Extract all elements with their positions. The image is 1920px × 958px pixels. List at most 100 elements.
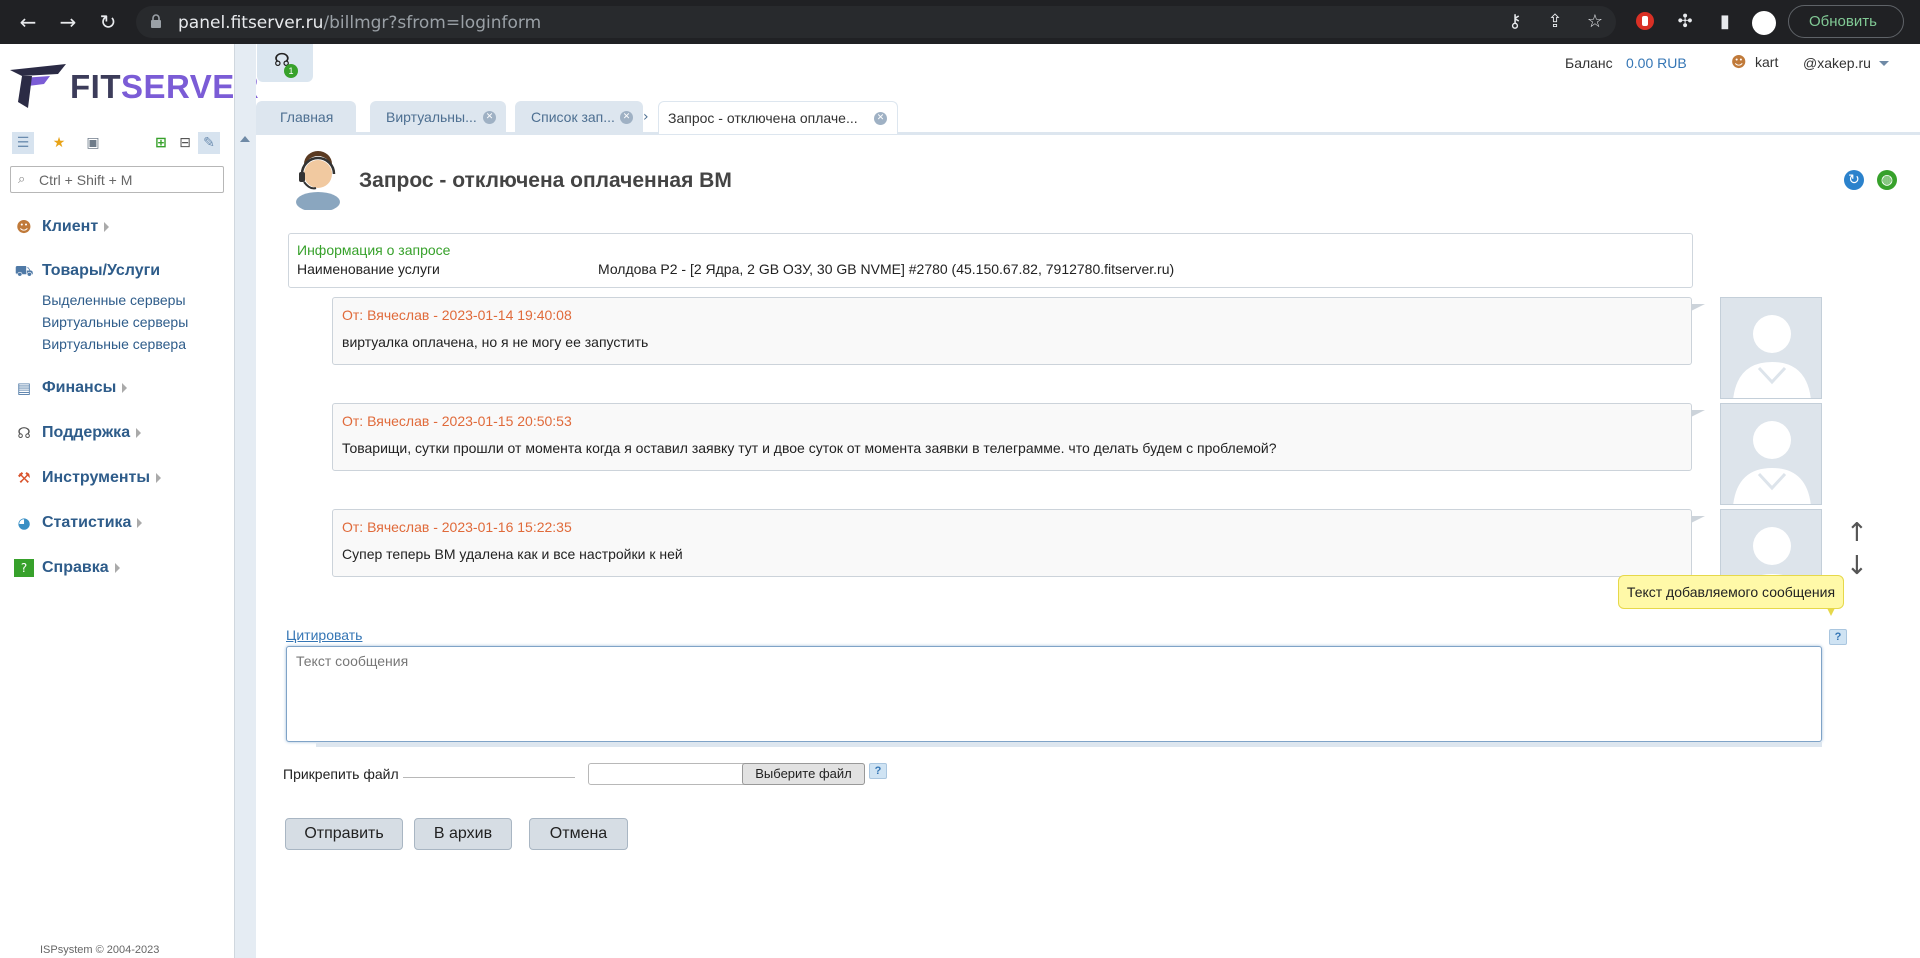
update-button[interactable]: Обновить <box>1788 5 1904 38</box>
sidebar-subitem-virtual-server[interactable]: Виртуальные сервера <box>42 336 186 352</box>
extension-stop-icon[interactable] <box>1634 11 1656 33</box>
address-bar[interactable]: panel.fitserver.ru/billmgr?sfrom=loginfo… <box>136 6 1616 38</box>
textarea-resize-bar[interactable] <box>316 742 1822 747</box>
logo-fit: FIT <box>70 68 121 105</box>
refresh-icon[interactable]: ↻ <box>1844 170 1864 190</box>
message-textarea[interactable] <box>286 646 1822 742</box>
expand-all-icon[interactable]: ⊞ <box>150 132 172 154</box>
reload-icon[interactable]: ↻ <box>94 8 122 36</box>
sidebar-item-statistics[interactable]: ◕ Статистика <box>14 512 143 534</box>
forward-icon[interactable]: → <box>54 8 82 36</box>
fitserver-logo[interactable]: FITSERVER <box>10 62 259 112</box>
sidebar-toolbar: ☰ ★ ▣ ⊞ ⊟ ✎ <box>12 132 224 154</box>
message-header: От: Вячеслав - 2023-01-14 19:40:08 <box>342 307 572 323</box>
globe-icon[interactable]: ◍ <box>1877 170 1897 190</box>
lock-icon <box>151 14 161 28</box>
sidebar-item-tools[interactable]: ⚒ Инструменты <box>14 467 162 489</box>
chevron-right-icon <box>122 383 128 393</box>
message: От: Вячеслав - 2023-01-16 15:22:35 Супер… <box>332 509 1705 577</box>
key-icon[interactable]: ⚷ <box>1504 11 1526 33</box>
favorites-star-icon[interactable]: ★ <box>48 132 70 154</box>
help-icon[interactable]: ? <box>869 763 887 779</box>
support-agent-icon <box>296 151 340 210</box>
arrow-up-icon[interactable]: ↑ <box>1846 517 1868 550</box>
sidebar-item-support[interactable]: ☊ Поддержка <box>14 422 142 444</box>
support-icon: ☊ <box>17 424 31 442</box>
domain-selector[interactable]: @xakep.ru <box>1803 55 1889 71</box>
pin-icon[interactable]: ✎ <box>198 132 220 154</box>
back-icon[interactable]: ← <box>14 8 42 36</box>
sidebar-item-label: Финансы <box>42 379 117 396</box>
tab-label: Главная <box>280 109 334 125</box>
message-scroll-control[interactable]: ↑ ↓ <box>1846 517 1868 583</box>
tab-main[interactable]: Главная <box>256 101 356 133</box>
star-icon[interactable]: ☆ <box>1584 11 1606 33</box>
sidebar-item-label: Поддержка <box>42 424 131 441</box>
share-icon[interactable]: ⇪ <box>1544 11 1566 33</box>
collapse-sidebar-icon[interactable] <box>240 136 250 142</box>
sidebar-item-label: Клиент <box>42 218 99 235</box>
info-title[interactable]: Информация о запросе <box>297 242 450 258</box>
label-leader-line <box>403 777 575 778</box>
tools-icon: ⚒ <box>17 469 31 487</box>
browser-toolbar: ← → ↻ panel.fitserver.ru/billmgr?sfrom=l… <box>0 0 1920 44</box>
user-menu[interactable]: ☻ kart <box>1731 53 1778 71</box>
domain-name: @xakep.ru <box>1803 55 1871 71</box>
close-icon[interactable]: ✕ <box>874 112 887 125</box>
archive-button[interactable]: В архив <box>414 818 512 850</box>
chevron-right-icon: › <box>643 109 649 125</box>
sidebar-item-label: Справка <box>42 559 109 576</box>
tab-label: Список зап... <box>531 109 615 125</box>
close-icon[interactable]: ✕ <box>620 111 633 124</box>
cancel-button[interactable]: Отмена <box>529 818 628 850</box>
help-icon[interactable]: ? <box>1829 629 1847 645</box>
briefcase-icon[interactable]: ▣ <box>82 132 104 154</box>
tab-request-list[interactable]: Список зап... ✕ <box>515 101 643 133</box>
sidebar-subitem-dedicated[interactable]: Выделенные серверы <box>42 292 186 308</box>
avatar <box>1720 509 1822 579</box>
sidepanel-icon[interactable]: ▮ <box>1714 11 1736 33</box>
message-body: Супер теперь ВМ удалена как и все настро… <box>342 546 683 562</box>
collapse-all-icon[interactable]: ⊟ <box>174 132 196 154</box>
chevron-right-icon <box>136 428 142 438</box>
sidebar-item-client[interactable]: ☻ Клиент <box>14 216 110 238</box>
avatar <box>1720 297 1822 399</box>
tab-virtual[interactable]: Виртуальны... ✕ <box>370 101 506 133</box>
menu-search[interactable]: ⌕ <box>10 166 224 193</box>
url-text: panel.fitserver.ru/billmgr?sfrom=loginfo… <box>178 13 541 33</box>
send-button[interactable]: Отправить <box>285 818 403 850</box>
tab-request-current[interactable]: Запрос - отключена оплаче... ✕ <box>658 101 898 134</box>
logo-text: FITSERVER <box>70 68 259 106</box>
menu-search-input[interactable] <box>39 170 219 189</box>
tab-label: Запрос - отключена оплаче... <box>668 110 858 126</box>
message: От: Вячеслав - 2023-01-15 20:50:53 Товар… <box>332 403 1705 471</box>
profile-icon[interactable] <box>1752 11 1776 35</box>
url-host: panel.fitserver.ru <box>178 13 324 33</box>
help-book-icon: ? <box>14 559 34 577</box>
sidebar-splitter[interactable] <box>234 44 256 958</box>
sidebar-footer: ISPsystem © 2004-2023 <box>40 944 160 956</box>
sidebar-item-products[interactable]: ⛟ Товары/Услуги <box>14 260 161 282</box>
default-avatar-icon <box>1752 527 1792 578</box>
quote-link[interactable]: Цитировать <box>286 627 362 643</box>
chevron-right-icon <box>137 518 143 528</box>
tree-view-icon[interactable]: ☰ <box>12 132 34 154</box>
sidebar-item-label: Статистика <box>42 514 132 531</box>
close-icon[interactable]: ✕ <box>483 111 496 124</box>
sidebar-item-finance[interactable]: ▤ Финансы <box>14 377 128 399</box>
notifications-button[interactable]: ☊ 1 <box>257 44 313 82</box>
chevron-down-icon <box>1878 60 1889 66</box>
sidebar-item-label: Инструменты <box>42 469 151 486</box>
sidebar-item-help[interactable]: ? Справка <box>14 557 120 579</box>
arrow-down-icon[interactable]: ↓ <box>1846 550 1868 583</box>
client-icon: ☻ <box>16 218 32 236</box>
puzzle-icon[interactable]: ✣ <box>1674 11 1696 33</box>
balance-value[interactable]: 0.00 RUB <box>1626 55 1687 71</box>
message-header: От: Вячеслав - 2023-01-16 15:22:35 <box>342 519 572 535</box>
info-value: Молдова P2 - [2 Ядра, 2 GB ОЗУ, 30 GB NV… <box>598 261 1175 277</box>
cart-icon: ⛟ <box>14 262 34 280</box>
request-info-box: Информация о запросе Наименование услуги… <box>288 233 1693 288</box>
choose-file-button[interactable]: Выберите файл <box>742 763 865 785</box>
chevron-right-icon <box>114 563 120 573</box>
sidebar-subitem-virtual-servers[interactable]: Виртуальные серверы <box>42 314 188 330</box>
